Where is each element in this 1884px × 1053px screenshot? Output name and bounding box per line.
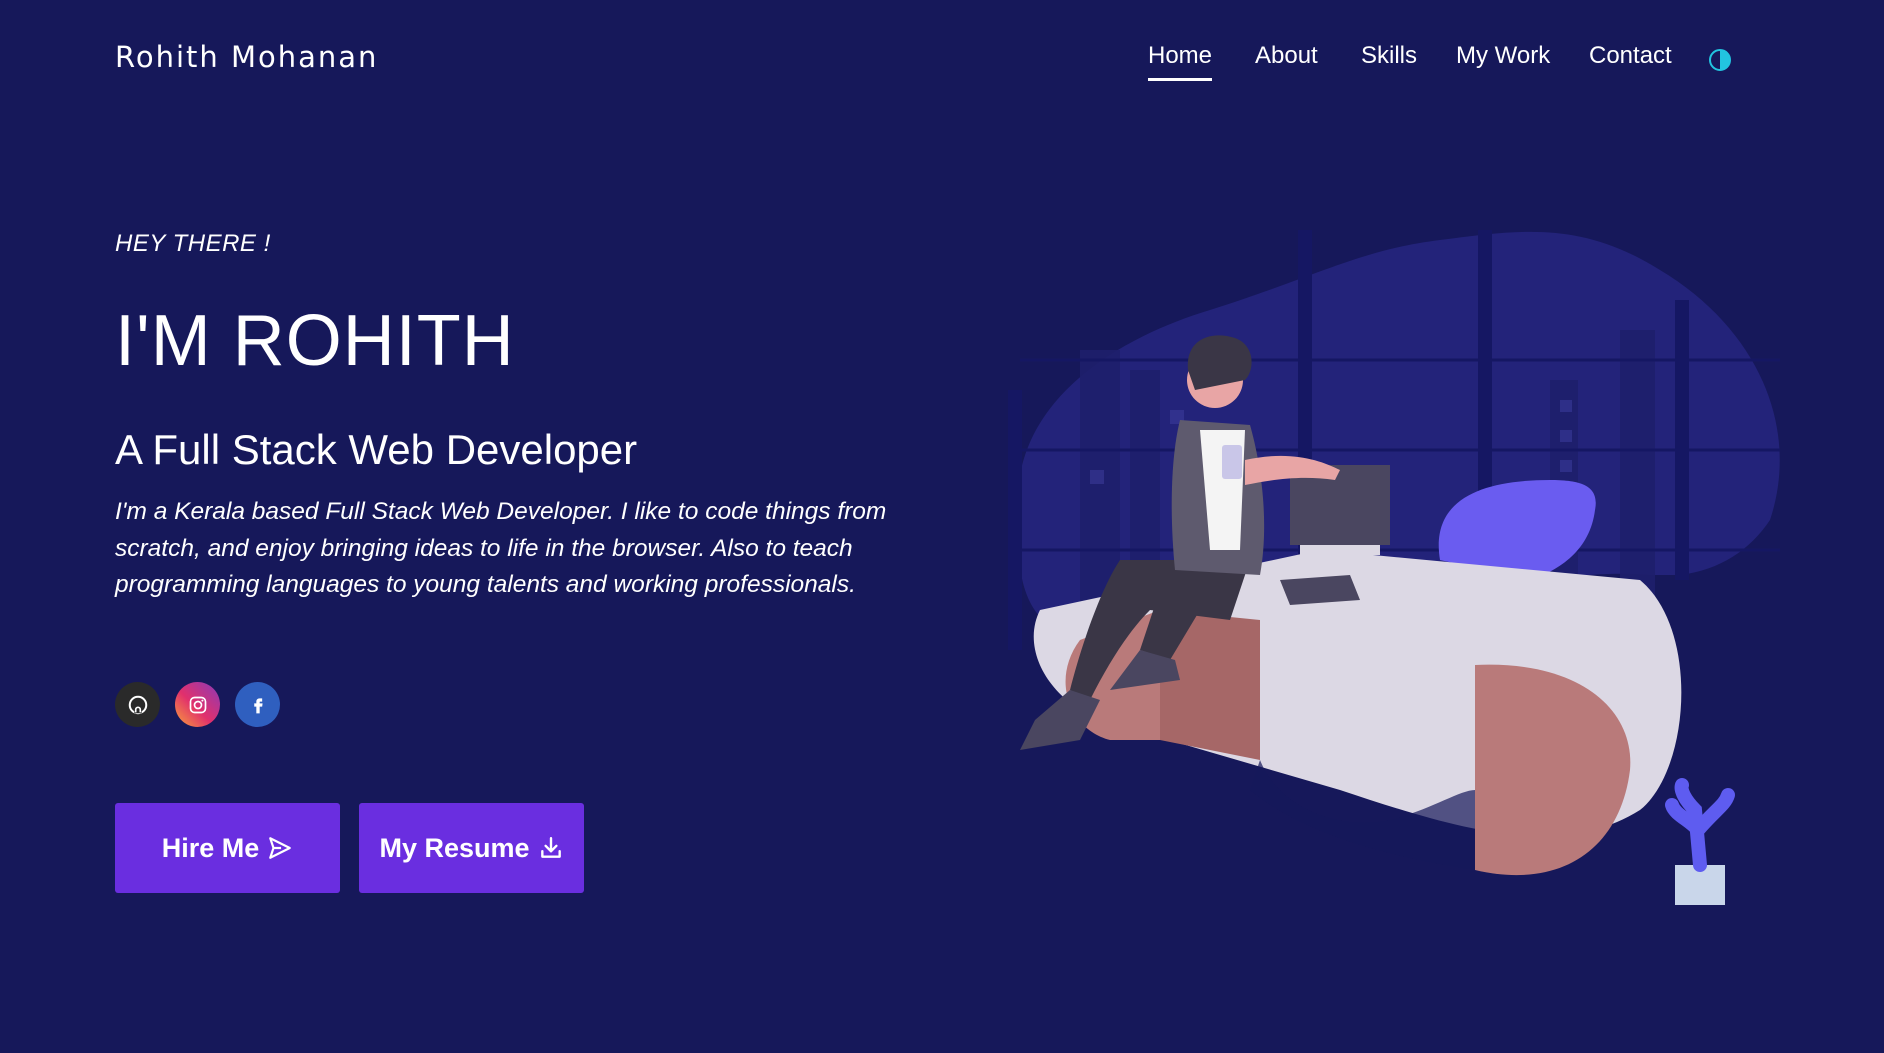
send-icon [269,837,292,859]
hire-me-button[interactable]: Hire Me [115,803,340,893]
github-icon [128,695,147,714]
hero-description: I'm a Kerala based Full Stack Web Develo… [115,498,887,598]
main-nav: Home About Skills My Work Contact [0,42,1884,92]
hero-name: I'M ROHITH [115,301,515,381]
hero-role: A Full Stack Web Developer [115,426,638,473]
developer-illustration [1008,230,1780,905]
my-resume-label: My Resume [379,832,530,863]
hire-me-label: Hire Me [161,832,260,863]
instagram-link[interactable] [175,682,220,727]
hero-section: HEY THERE ! I'M ROHITH A Full Stack Web … [115,230,945,604]
nav-skills[interactable]: Skills [1361,42,1417,78]
social-links [115,682,280,727]
nav-my-work[interactable]: My Work [1456,42,1550,78]
github-link[interactable] [115,682,160,727]
theme-toggle-icon[interactable] [1708,48,1732,72]
nav-home[interactable]: Home [1148,42,1213,81]
facebook-link[interactable] [235,682,280,727]
nav-contact[interactable]: Contact [1589,42,1672,78]
hero-greeting: HEY THERE ! [115,230,271,257]
my-resume-button[interactable]: My Resume [359,803,584,893]
nav-about[interactable]: About [1255,42,1318,78]
instagram-icon [189,696,206,713]
download-icon [540,837,561,858]
facebook-icon [253,697,263,713]
